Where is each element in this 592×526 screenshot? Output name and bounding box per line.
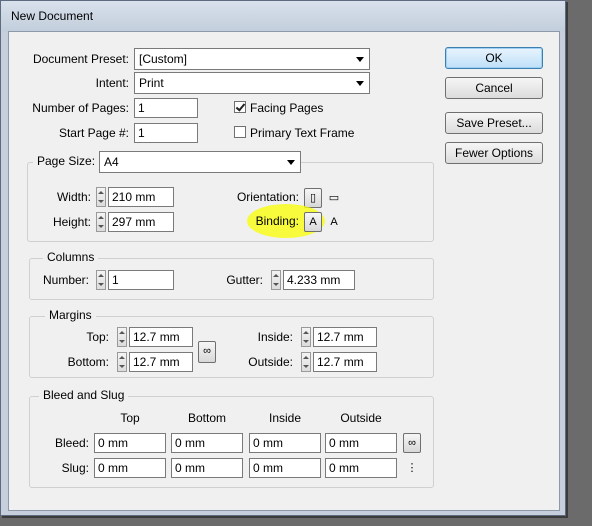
- page-size-select[interactable]: A4: [99, 151, 301, 173]
- facing-pages-checkbox[interactable]: [234, 101, 246, 113]
- left-binding-icon[interactable]: A: [304, 212, 322, 232]
- facing-pages-label[interactable]: Facing Pages: [250, 100, 323, 116]
- width-input[interactable]: 210 mm: [108, 187, 174, 207]
- chain-link-icon[interactable]: ∞: [403, 433, 421, 453]
- bleed-label: Bleed:: [54, 436, 89, 450]
- margin-top-input[interactable]: 12.7 mm: [129, 327, 193, 347]
- margin-top-label: Top:: [86, 330, 109, 344]
- dialog-client-area: Document Preset: [Custom] Intent: Print …: [8, 31, 560, 511]
- columns-title: Columns: [43, 250, 99, 264]
- page-size-value: A4: [104, 155, 119, 169]
- columns-number-input[interactable]: 1: [108, 270, 174, 290]
- margin-top-stepper[interactable]: [117, 327, 127, 347]
- portrait-orientation-icon[interactable]: ▯: [304, 188, 322, 208]
- slug-top-input[interactable]: 0 mm: [94, 458, 166, 478]
- slug-inside-input[interactable]: 0 mm: [249, 458, 321, 478]
- title-bar[interactable]: New Document: [1, 1, 565, 31]
- margin-bottom-label: Bottom:: [67, 355, 109, 369]
- bleed-outside-input[interactable]: 0 mm: [325, 433, 397, 453]
- start-page-input[interactable]: 1: [134, 123, 198, 143]
- columns-number-stepper[interactable]: [96, 270, 106, 290]
- intent-label: Intent:: [95, 76, 129, 90]
- intent-select[interactable]: Print: [134, 72, 370, 94]
- bleed-slug-header-inside: Inside: [268, 411, 302, 425]
- number-of-pages-input[interactable]: 1: [134, 98, 198, 118]
- width-label: Width:: [56, 190, 91, 204]
- save-preset-button[interactable]: Save Preset...: [445, 112, 543, 134]
- gutter-input[interactable]: 4.233 mm: [283, 270, 355, 290]
- document-preset-value: [Custom]: [139, 52, 188, 66]
- slug-bottom-input[interactable]: 0 mm: [171, 458, 243, 478]
- width-stepper[interactable]: [96, 187, 106, 207]
- intent-value: Print: [139, 76, 164, 90]
- margin-inside-input[interactable]: 12.7 mm: [313, 327, 377, 347]
- margin-bottom-stepper[interactable]: [117, 352, 127, 372]
- chevron-down-icon: [356, 57, 364, 62]
- chain-link-icon[interactable]: ∞: [198, 341, 216, 363]
- margin-outside-input[interactable]: 12.7 mm: [313, 352, 377, 372]
- cancel-button[interactable]: Cancel: [445, 77, 543, 99]
- slug-outside-input[interactable]: 0 mm: [325, 458, 397, 478]
- broken-chain-icon[interactable]: ⋮: [404, 459, 420, 477]
- primary-text-frame-label[interactable]: Primary Text Frame: [250, 125, 354, 141]
- margins-title: Margins: [45, 308, 96, 322]
- gutter-label: Gutter:: [226, 273, 263, 287]
- bleed-top-input[interactable]: 0 mm: [94, 433, 166, 453]
- document-preset-select[interactable]: [Custom]: [134, 48, 370, 70]
- height-label: Height:: [52, 215, 91, 229]
- ok-button[interactable]: OK: [445, 47, 543, 69]
- number-of-pages-label: Number of Pages:: [32, 101, 129, 115]
- margin-bottom-input[interactable]: 12.7 mm: [129, 352, 193, 372]
- chevron-down-icon: [287, 160, 295, 165]
- bleed-bottom-input[interactable]: 0 mm: [171, 433, 243, 453]
- page-size-label: Page Size:: [33, 154, 100, 168]
- gutter-stepper[interactable]: [271, 270, 281, 290]
- bleed-slug-header-outside: Outside: [340, 411, 382, 425]
- bleed-slug-header-top: Top: [120, 411, 140, 425]
- margin-inside-label: Inside:: [257, 330, 293, 344]
- bleed-inside-input[interactable]: 0 mm: [249, 433, 321, 453]
- height-stepper[interactable]: [96, 212, 106, 232]
- fewer-options-button[interactable]: Fewer Options: [445, 142, 543, 164]
- start-page-label: Start Page #:: [58, 126, 129, 140]
- binding-label: Binding:: [255, 214, 299, 228]
- orientation-label: Orientation:: [236, 190, 299, 204]
- new-document-dialog: New Document Document Preset: [Custom] I…: [0, 0, 566, 516]
- window-title: New Document: [11, 9, 94, 23]
- slug-label: Slug:: [61, 461, 89, 475]
- margin-outside-stepper[interactable]: [301, 352, 311, 372]
- right-binding-icon[interactable]: A: [326, 213, 342, 231]
- height-input[interactable]: 297 mm: [108, 212, 174, 232]
- margin-inside-stepper[interactable]: [301, 327, 311, 347]
- primary-text-frame-checkbox[interactable]: [234, 126, 246, 138]
- bleed-slug-title: Bleed and Slug: [39, 388, 129, 402]
- margin-outside-label: Outside:: [248, 355, 293, 369]
- columns-number-label: Number:: [42, 273, 89, 287]
- document-preset-label: Document Preset:: [32, 52, 129, 66]
- bleed-slug-header-bottom: Bottom: [187, 411, 226, 425]
- chevron-down-icon: [356, 81, 364, 86]
- landscape-orientation-icon[interactable]: ▭: [326, 189, 342, 207]
